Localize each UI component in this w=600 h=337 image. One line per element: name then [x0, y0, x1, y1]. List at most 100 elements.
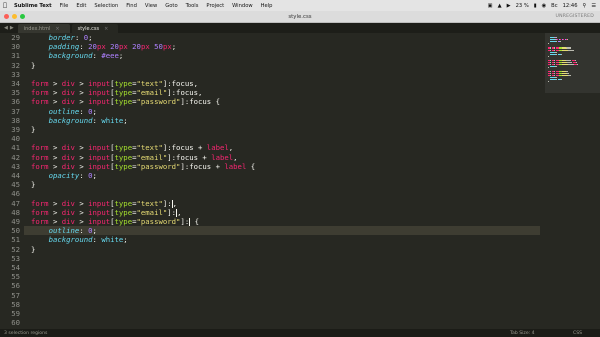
minimap-line — [575, 59, 576, 61]
menu-list-icon[interactable]: ☰ — [591, 3, 596, 9]
display-icon[interactable]: ▣ — [488, 3, 493, 9]
minimap-line — [567, 38, 568, 40]
code-line[interactable]: border: 0; — [31, 33, 93, 42]
minimap-line — [577, 63, 578, 65]
code-token: ]:focus + — [167, 152, 212, 162]
editor-area[interactable]: 29 30 31 32 33 34 35 36 37 38 39 40 41 4… — [0, 33, 600, 329]
code-token: type — [114, 217, 133, 226]
line-number: 52 — [11, 244, 20, 254]
code-line[interactable]: form > div > input[type="email"]:focus, — [31, 88, 202, 97]
code-line[interactable]: opacity: 0; — [31, 171, 97, 180]
code-token: input — [88, 79, 111, 88]
code-token: > — [74, 97, 89, 107]
menu-view[interactable]: View — [141, 3, 161, 9]
tab-close-icon[interactable]: × — [55, 26, 59, 32]
code-token: : — [92, 51, 102, 61]
code-line[interactable]: background: white; — [31, 235, 128, 244]
code-token: } — [31, 244, 36, 254]
code-token: "password" — [136, 97, 181, 107]
code-token: > — [74, 143, 89, 153]
code-line[interactable]: form > div > input[type="email"]:focus +… — [31, 153, 238, 162]
code-token: px — [118, 42, 128, 52]
code-line[interactable]: form > div > input[type="text"]:, — [31, 199, 177, 208]
apple-icon[interactable]:  — [0, 2, 10, 9]
code-line[interactable]: form > div > input[type="text"]:focus, — [31, 79, 198, 88]
menu-file[interactable]: File — [56, 3, 73, 9]
minimap-line — [548, 67, 549, 69]
volume-icon[interactable]: ▶ — [507, 3, 511, 9]
code-token: : — [79, 171, 89, 180]
code-token: input — [88, 88, 111, 98]
code-token: , — [233, 152, 238, 162]
battery-percent[interactable]: 23 % — [516, 3, 529, 9]
menu-selection[interactable]: Selection — [90, 3, 122, 9]
code-line[interactable]: form > div > input[type="text"]:focus + … — [31, 143, 233, 152]
code-line[interactable]: background: #eee; — [31, 51, 124, 61]
code-token: form — [31, 97, 49, 107]
day-label[interactable]: Вс — [551, 3, 557, 9]
menu-project[interactable]: Project — [202, 3, 228, 9]
menu-find[interactable]: Find — [122, 3, 141, 9]
code-line[interactable]: outline: 0; — [31, 226, 97, 235]
menu-goto[interactable]: Goto — [161, 3, 181, 9]
code-line[interactable]: outline: 0; — [31, 107, 97, 116]
tab-style-css[interactable]: style.css × — [71, 24, 119, 33]
tab-prev-icon[interactable]: ◀ — [4, 25, 8, 31]
code-line[interactable]: } — [31, 180, 35, 189]
code-token: div — [61, 152, 75, 162]
menu-edit[interactable]: Edit — [72, 3, 90, 9]
line-number-gutter[interactable]: 29 30 31 32 33 34 35 36 37 38 39 40 41 4… — [0, 33, 24, 329]
menu-app-name[interactable]: Sublime Text — [10, 3, 56, 9]
code-line[interactable]: form > div > input[type="email"]:, — [31, 208, 181, 217]
code-token: : — [79, 106, 89, 116]
code-line[interactable]: } — [31, 125, 35, 134]
tab-label: style.css — [77, 25, 100, 32]
tab-size-selector[interactable]: Tab Size: 4 — [510, 331, 535, 336]
battery-icon[interactable]: ▮ — [534, 3, 537, 9]
code-token: form — [31, 88, 49, 98]
language-icon[interactable]: ◉ — [542, 3, 547, 9]
minimize-window-button[interactable] — [12, 14, 17, 19]
unregistered-label: UNREGISTERED — [555, 14, 594, 19]
menu-tools[interactable]: Tools — [182, 3, 203, 9]
line-number: 55 — [11, 272, 20, 282]
search-icon[interactable]: ⚲ — [583, 3, 587, 9]
code-token: "email" — [136, 152, 168, 162]
code-token: div — [61, 217, 75, 226]
close-window-button[interactable] — [4, 14, 9, 19]
minimap-line — [560, 40, 561, 42]
tab-next-icon[interactable]: ▶ — [10, 25, 14, 31]
code-token: div — [61, 79, 75, 88]
zoom-window-button[interactable] — [20, 14, 25, 19]
syntax-selector[interactable]: CSS — [573, 331, 582, 336]
code-token: form — [31, 143, 49, 153]
minimap[interactable] — [545, 33, 600, 329]
code-line[interactable]: background: white; — [31, 116, 128, 125]
code-line[interactable]: } — [31, 245, 35, 254]
code-token: px — [140, 42, 150, 52]
minimap-line — [567, 73, 569, 75]
tab-index-html[interactable]: index.html × — [17, 24, 70, 33]
wifi-icon[interactable]: ▲ — [498, 3, 502, 9]
tab-close-icon[interactable]: × — [104, 26, 108, 32]
code-text[interactable]: border: 0; padding: 20px 20px 20px 50px;… — [31, 33, 541, 329]
code-line[interactable]: form > div > input[type="password"]:focu… — [31, 162, 255, 171]
menu-help[interactable]: Help — [257, 3, 277, 9]
line-number: 51 — [11, 235, 20, 245]
code-token: ]:focus + — [180, 161, 225, 171]
code-line[interactable]: form > div > input[type="password"]:focu… — [31, 97, 220, 106]
code-token: type — [114, 143, 133, 153]
tab-bar: ◀ ▶ index.html × style.css × — [0, 23, 600, 33]
line-number: 44 — [11, 171, 20, 180]
code-line[interactable]: form > div > input[type="password"]: { — [31, 217, 199, 226]
code-token: px — [162, 42, 172, 52]
code-token: label — [211, 152, 234, 162]
menu-window[interactable]: Window — [228, 3, 256, 9]
code-token: type — [114, 88, 133, 98]
code-token: { — [190, 217, 200, 226]
code-line[interactable]: padding: 20px 20px 20px 50px; — [31, 42, 177, 52]
clock[interactable]: 12:46 — [563, 3, 578, 9]
code-line[interactable]: } — [31, 61, 35, 70]
